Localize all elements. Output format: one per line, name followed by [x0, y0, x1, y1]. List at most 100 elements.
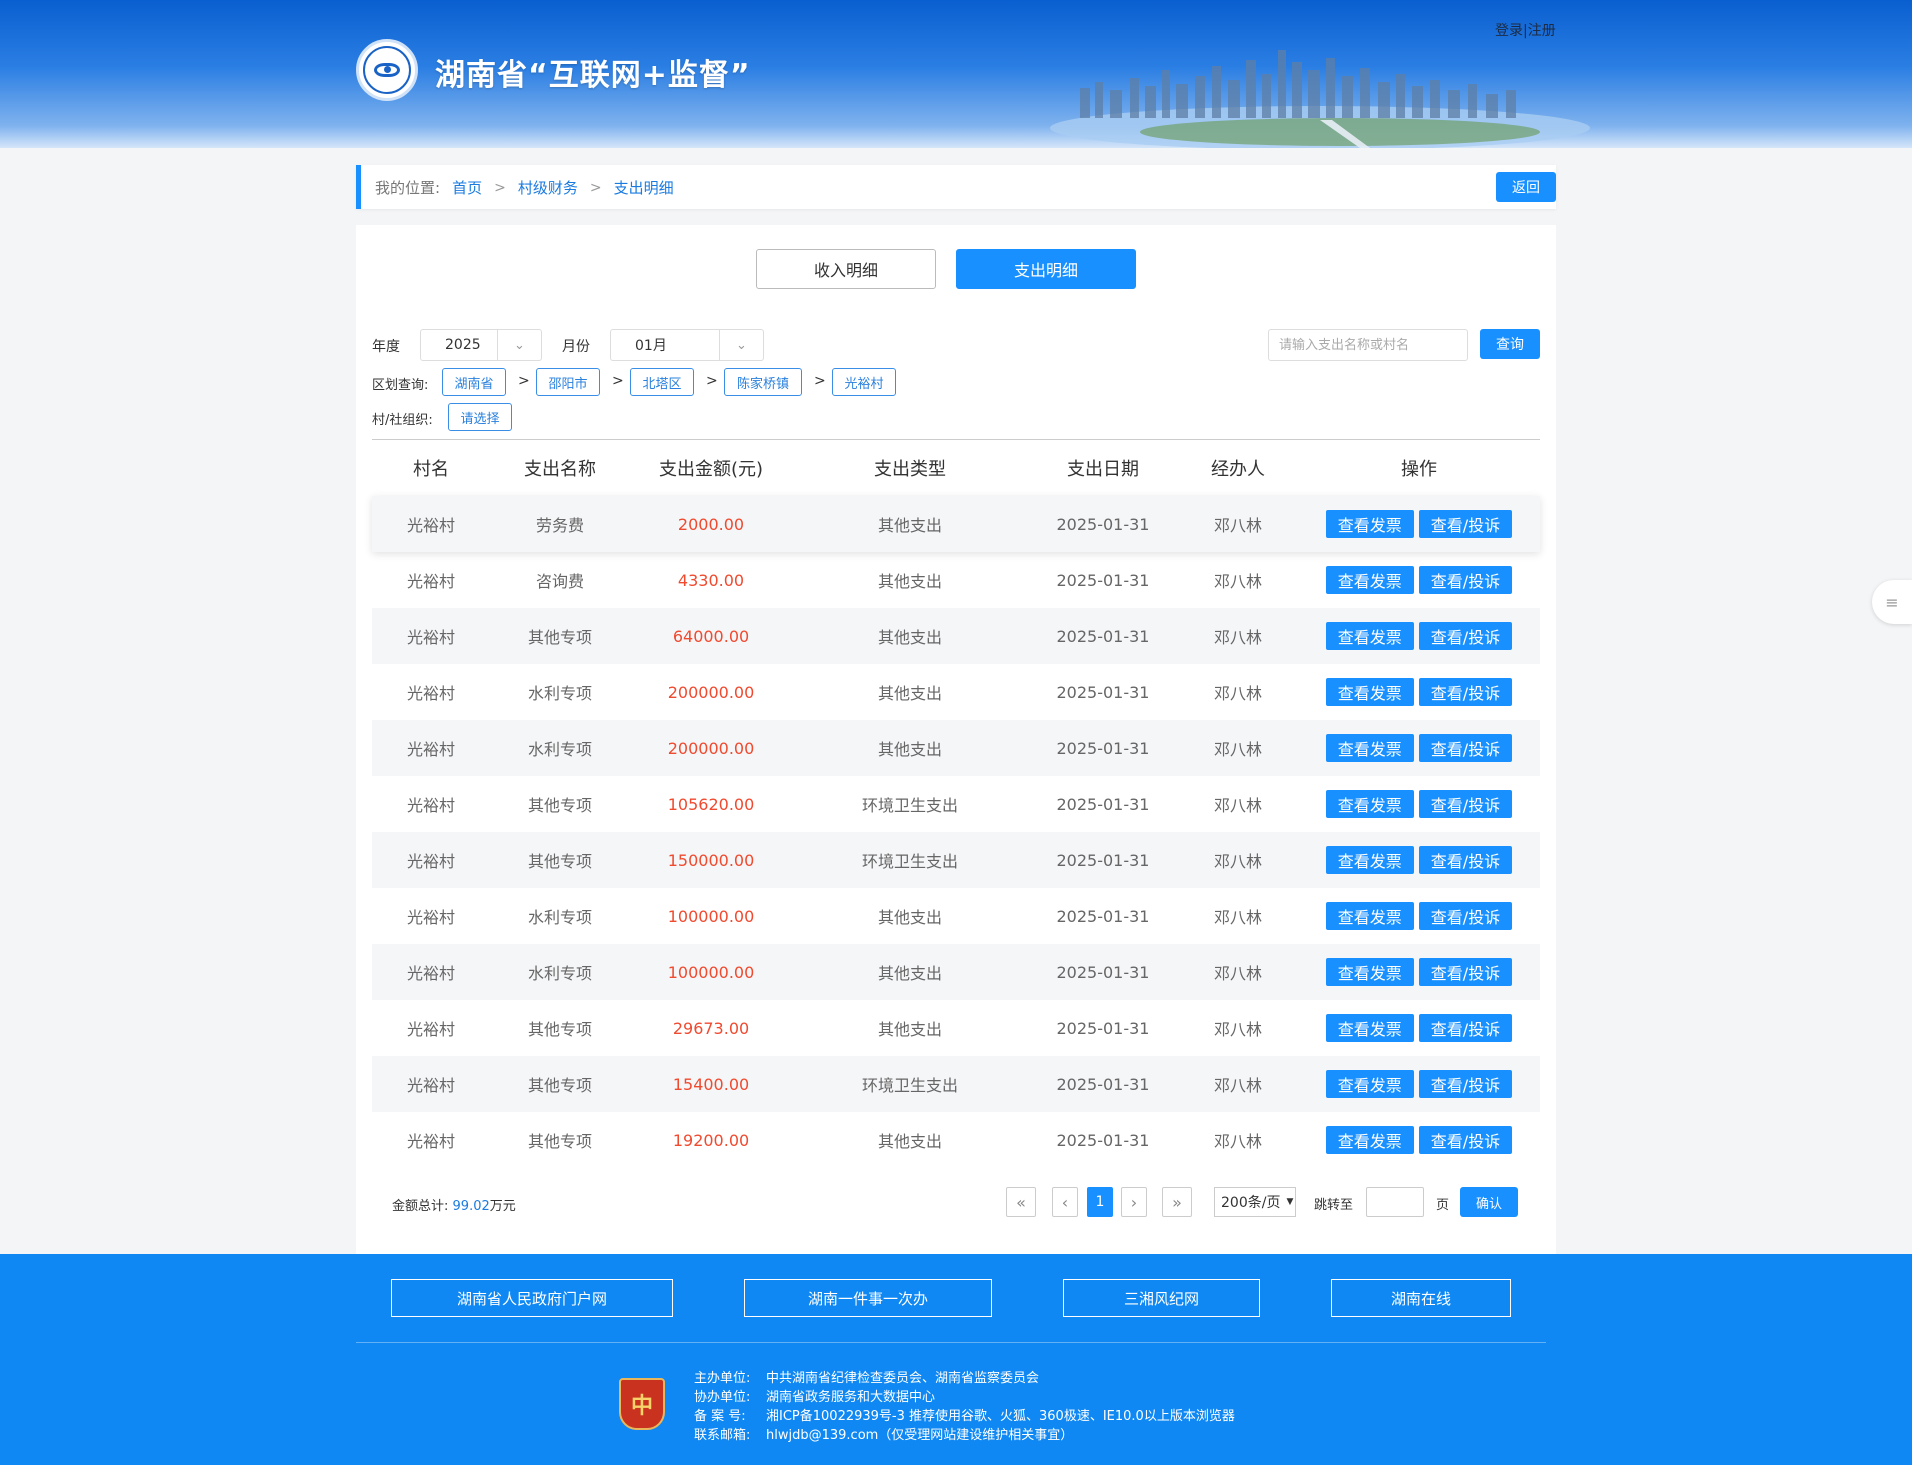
region-separator: >: [612, 373, 624, 389]
region-district[interactable]: 北塔区: [630, 368, 694, 396]
cell-handler: 邓八林: [1213, 516, 1262, 535]
cell-village: 光裕村: [406, 964, 455, 983]
view-complain-button[interactable]: 查看/投诉: [1418, 958, 1513, 986]
view-complain-button[interactable]: 查看/投诉: [1418, 510, 1513, 538]
table-row: 光裕村 水利专项 100000.00 其他支出 2025-01-31 邓八林 查看发票 查看/…: [372, 888, 1540, 944]
cell-name: 水利专项: [527, 740, 592, 759]
page-1-button[interactable]: 1: [1087, 1187, 1113, 1217]
view-invoice-button[interactable]: 查看发票: [1325, 510, 1414, 538]
view-invoice-button[interactable]: 查看发票: [1325, 622, 1414, 650]
cell-actions: 查看发票 查看/投诉: [1298, 510, 1540, 538]
breadcrumb-separator: >: [494, 179, 506, 196]
site-footer: 湖南省人民政府门户网 湖南一件事一次办 三湘风纪网 湖南在线 中 主办单位: 中共…: [0, 1254, 1912, 1465]
footer-link-one-thing[interactable]: 湖南一件事一次办: [744, 1279, 992, 1317]
view-invoice-button[interactable]: 查看发票: [1325, 1070, 1414, 1098]
cell-name: 水利专项: [527, 684, 592, 703]
cell-village: 光裕村: [406, 740, 455, 759]
footer-link-gov-portal[interactable]: 湖南省人民政府门户网: [391, 1279, 673, 1317]
view-complain-button[interactable]: 查看/投诉: [1418, 1126, 1513, 1154]
table-row: 光裕村 水利专项 200000.00 其他支出 2025-01-31 邓八林 查看发票 查看/…: [372, 720, 1540, 776]
cell-actions: 查看发票 查看/投诉: [1298, 958, 1540, 986]
year-select[interactable]: 2025 ⌄: [420, 329, 542, 361]
cell-handler: 邓八林: [1213, 852, 1262, 871]
cell-actions: 查看发票 查看/投诉: [1298, 1070, 1540, 1098]
cell-amount: 100000.00: [667, 906, 755, 926]
info-label: 备 案 号:: [694, 1409, 746, 1424]
footer-link-hunan-online[interactable]: 湖南在线: [1331, 1279, 1511, 1317]
view-complain-button[interactable]: 查看/投诉: [1418, 678, 1513, 706]
cell-actions: 查看发票 查看/投诉: [1298, 566, 1540, 594]
breadcrumb-expense-detail[interactable]: 支出明细: [614, 177, 674, 198]
view-invoice-button[interactable]: 查看发票: [1325, 902, 1414, 930]
table-row: 光裕村 其他专项 64000.00 其他支出 2025-01-31 邓八林 查看发票 查看/投…: [372, 608, 1540, 664]
info-value: hlwjdb@139.com（仅受理网站建设维护相关事宜）: [766, 1428, 1074, 1443]
cell-village: 光裕村: [406, 684, 455, 703]
cell-type: 其他支出: [877, 740, 942, 759]
last-page-button[interactable]: »: [1162, 1187, 1192, 1217]
table-row: 光裕村 其他专项 105620.00 环境卫生支出 2025-01-31 邓八林 查看发票查…: [372, 776, 1540, 832]
page-unit-label: 页: [1436, 1198, 1450, 1213]
region-province[interactable]: 湖南省: [442, 368, 506, 396]
search-input[interactable]: [1268, 329, 1468, 361]
back-button[interactable]: 返回: [1496, 172, 1556, 202]
region-separator: >: [706, 373, 718, 389]
site-title: 湖南省“互联网+监督”: [435, 58, 751, 93]
breadcrumb-village-finance[interactable]: 村级财务: [518, 177, 578, 198]
view-invoice-button[interactable]: 查看发票: [1325, 846, 1414, 874]
view-complain-button[interactable]: 查看/投诉: [1418, 734, 1513, 762]
cell-amount: 200000.00: [667, 738, 755, 758]
confirm-jump-button[interactable]: 确认: [1460, 1187, 1518, 1217]
page-size-select[interactable]: 200条/页 ▼: [1214, 1187, 1296, 1217]
view-invoice-button[interactable]: 查看发票: [1325, 734, 1414, 762]
cell-name: 劳务费: [535, 516, 584, 535]
view-invoice-button[interactable]: 查看发票: [1325, 678, 1414, 706]
tab-income[interactable]: 收入明细: [756, 249, 936, 289]
view-complain-button[interactable]: 查看/投诉: [1418, 622, 1513, 650]
prev-page-button[interactable]: ‹: [1052, 1187, 1078, 1217]
tab-expense[interactable]: 支出明细: [956, 249, 1136, 289]
view-complain-button[interactable]: 查看/投诉: [1418, 902, 1513, 930]
next-page-button[interactable]: ›: [1121, 1187, 1147, 1217]
register-link[interactable]: 注册: [1528, 23, 1556, 39]
total-value: 99.02: [452, 1199, 490, 1214]
jump-page-input[interactable]: [1366, 1187, 1424, 1217]
total-label: 金额总计:: [392, 1199, 449, 1214]
footer-divider: [356, 1342, 1546, 1343]
site-header: 湖南省“互联网+监督” 登录|注册: [0, 0, 1912, 148]
view-complain-button[interactable]: 查看/投诉: [1418, 790, 1513, 818]
view-invoice-button[interactable]: 查看发票: [1325, 1126, 1414, 1154]
jump-label: 跳转至: [1314, 1198, 1354, 1213]
org-select[interactable]: 请选择: [448, 403, 512, 431]
query-button[interactable]: 查询: [1480, 329, 1540, 359]
view-complain-button[interactable]: 查看/投诉: [1418, 566, 1513, 594]
view-complain-button[interactable]: 查看/投诉: [1418, 1014, 1513, 1042]
footer-icp: 备 案 号: 湘ICP备10022939号-3 推荐使用谷歌、火狐、360极速、I…: [694, 1407, 1235, 1426]
site-logo[interactable]: [356, 39, 418, 101]
info-value: 湘ICP备10022939号-3 推荐使用谷歌、火狐、360极速、IE10.0以…: [766, 1409, 1235, 1424]
view-invoice-button[interactable]: 查看发票: [1325, 1014, 1414, 1042]
region-village[interactable]: 光裕村: [832, 368, 896, 396]
region-town[interactable]: 陈家桥镇: [724, 368, 802, 396]
first-page-button[interactable]: «: [1006, 1187, 1036, 1217]
table-row: 光裕村 劳务费 2000.00 其他支出 2025-01-31 邓八林 查看发票 查看/投诉: [372, 496, 1540, 552]
view-complain-button[interactable]: 查看/投诉: [1418, 1070, 1513, 1098]
view-invoice-button[interactable]: 查看发票: [1325, 790, 1414, 818]
breadcrumb-home[interactable]: 首页: [452, 177, 482, 198]
view-complain-button[interactable]: 查看/投诉: [1418, 846, 1513, 874]
month-select[interactable]: 01月 ⌄: [610, 329, 764, 361]
footer-link-sanxiang[interactable]: 三湘风纪网: [1063, 1279, 1260, 1317]
cell-type: 环境卫生支出: [861, 796, 958, 815]
cell-date: 2025-01-31: [1056, 738, 1150, 758]
view-invoice-button[interactable]: 查看发票: [1325, 958, 1414, 986]
cell-actions: 查看发票 查看/投诉: [1298, 790, 1540, 818]
gov-emblem-icon[interactable]: 中: [619, 1378, 665, 1430]
side-menu-toggle[interactable]: ≡: [1872, 580, 1912, 624]
view-invoice-button[interactable]: 查看发票: [1325, 566, 1414, 594]
cell-amount: 200000.00: [667, 682, 755, 702]
cell-handler: 邓八林: [1213, 1132, 1262, 1151]
cell-type: 其他支出: [877, 684, 942, 703]
cell-type: 其他支出: [877, 516, 942, 535]
region-city[interactable]: 邵阳市: [536, 368, 600, 396]
cell-handler: 邓八林: [1213, 1076, 1262, 1095]
login-link[interactable]: 登录: [1495, 23, 1523, 39]
